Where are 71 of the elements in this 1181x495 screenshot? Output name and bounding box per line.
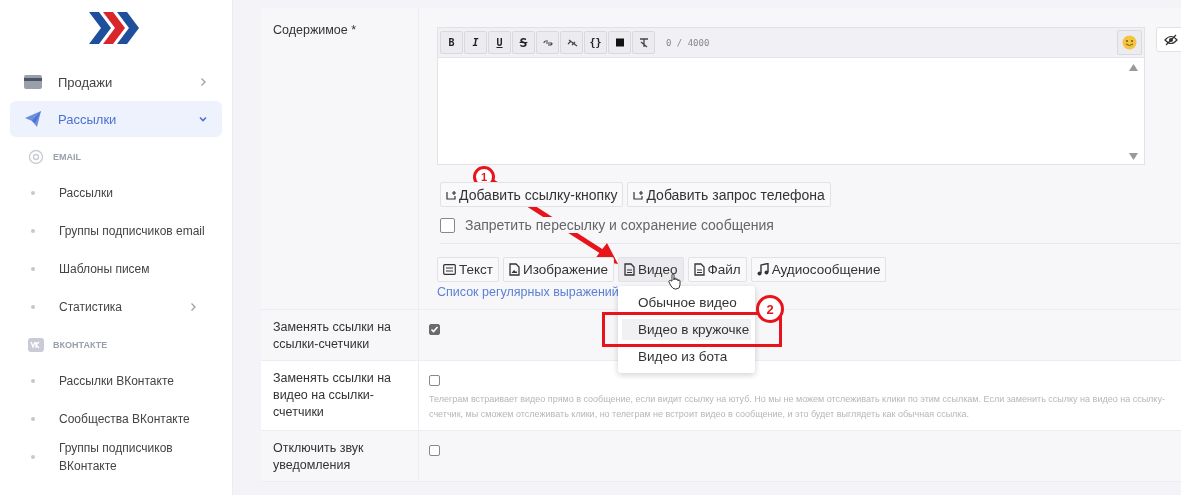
square-icon xyxy=(613,37,626,48)
chevron-right-icon xyxy=(188,302,198,312)
dropdown-item[interactable]: Обычное видео xyxy=(622,292,752,313)
field-label: Содержимое * xyxy=(261,8,419,309)
hint-text: Телеграм встраивает видео прямо в сообщение, если видит ссылку на ютуб. Но мы не можем отслеживать клики по этим ссылкам. Если заменить ссылку на видео на ссылку-счетчик, мы сможем отслеживать клики, но телеграм не встроит видео в сообщение, и это будет выглядеть как обычная ссылка. xyxy=(429,393,1166,421)
dropdown-item[interactable]: Видео в кружочке xyxy=(622,319,752,340)
checkbox[interactable] xyxy=(440,217,455,233)
message-type-button[interactable]: Видео xyxy=(618,257,684,282)
field-label: Заменять ссылки на ссылки-счетчики xyxy=(261,310,419,360)
paper-plane-icon xyxy=(24,110,42,128)
link-icon xyxy=(541,37,554,48)
menu-item[interactable]: Продажи xyxy=(10,64,222,100)
message-type-button[interactable]: Текст xyxy=(437,257,499,282)
menu-item[interactable]: Рассылки xyxy=(10,101,222,137)
card-icon xyxy=(24,75,42,89)
bullet-icon xyxy=(31,191,35,195)
chevron-right-icon xyxy=(198,77,208,87)
bullet-icon xyxy=(31,229,35,233)
add-button[interactable]: Добавить запрос телефона xyxy=(627,182,831,207)
clear-format-icon xyxy=(637,37,650,48)
submenu-item[interactable]: Шаблоны писем xyxy=(10,250,222,288)
field-label: Заменять ссылки на видео на ссылки-счетчики xyxy=(261,361,419,430)
bullet-icon xyxy=(31,379,35,383)
submenu-item[interactable]: Сообщества ВКонтакте xyxy=(10,400,222,438)
character-counter: 0 / 4000 xyxy=(666,37,710,48)
annotation-number: 2 xyxy=(756,295,785,323)
message-type-button[interactable]: Файл xyxy=(687,257,747,282)
submenu-item[interactable]: Группы подписчиков email xyxy=(10,212,222,250)
chevron-down-icon xyxy=(198,114,208,124)
checkbox[interactable] xyxy=(429,445,440,456)
format-button[interactable]: U xyxy=(488,31,511,54)
submenu-item[interactable]: Рассылки ВКонтакте xyxy=(10,362,222,400)
format-button[interactable] xyxy=(608,31,631,54)
eye-crossed-icon xyxy=(1164,33,1178,46)
scroll-down-icon xyxy=(1129,153,1138,160)
unlink-icon xyxy=(565,37,578,48)
vk-logo-icon xyxy=(28,338,44,352)
image-file-icon xyxy=(509,263,520,276)
format-button[interactable]: S xyxy=(512,31,535,54)
message-icon xyxy=(443,264,456,275)
bullet-icon xyxy=(31,417,35,421)
bullet-icon xyxy=(31,305,35,309)
add-box-icon xyxy=(446,189,457,200)
smiley-icon xyxy=(1122,35,1137,50)
preview-toggle-button[interactable] xyxy=(1156,27,1181,52)
format-button[interactable]: I xyxy=(464,31,487,54)
music-note-icon xyxy=(756,263,769,276)
at-sign-icon xyxy=(28,149,44,165)
message-type-button[interactable]: Аудиосообщение xyxy=(750,257,887,282)
section-title: ВКОНТАКТЕ xyxy=(53,340,108,350)
format-button[interactable]: B xyxy=(440,31,463,54)
scroll-up-icon xyxy=(1129,64,1138,71)
add-box-icon xyxy=(633,189,645,200)
bullet-icon xyxy=(31,455,35,459)
emoji-button[interactable] xyxy=(1117,30,1142,55)
submenu-item[interactable]: Статистика xyxy=(10,288,222,326)
dropdown-item[interactable]: Видео из бота xyxy=(622,346,752,367)
field-label: Отключить звук уведомления xyxy=(261,431,419,481)
check-icon xyxy=(430,325,439,334)
file-icon xyxy=(693,263,705,276)
submenu-item[interactable]: Рассылки xyxy=(10,174,222,212)
message-type-button[interactable]: Изображение xyxy=(503,257,615,282)
file-icon xyxy=(624,263,636,276)
add-button[interactable]: Добавить ссылку-кнопку xyxy=(440,182,624,207)
section-title: EMAIL xyxy=(53,152,81,162)
checkbox[interactable] xyxy=(429,324,440,335)
bullet-icon xyxy=(31,267,35,271)
format-button[interactable]: {} xyxy=(584,31,607,54)
checkbox[interactable] xyxy=(429,375,440,386)
submenu-item[interactable]: Группы подписчиков ВКонтакте xyxy=(10,438,222,476)
checkbox-label: Запретить пересылку и сохранение сообщения xyxy=(465,217,774,233)
